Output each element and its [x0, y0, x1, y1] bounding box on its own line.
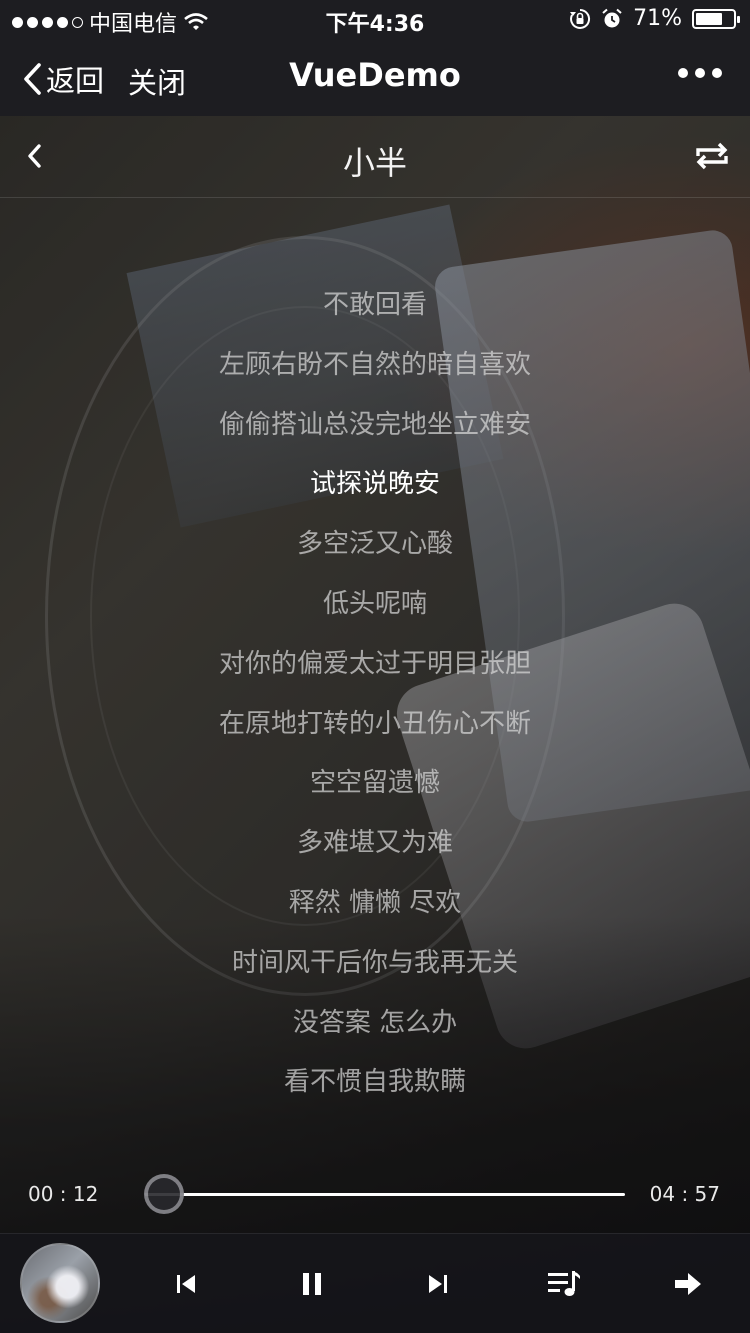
- pause-icon: [303, 1273, 321, 1295]
- total-time: 04 : 57: [649, 1182, 720, 1206]
- alarm-icon: [602, 8, 622, 27]
- next-arrow-button[interactable]: [668, 1264, 708, 1304]
- album-cover[interactable]: [20, 1243, 100, 1323]
- nav-close-button[interactable]: 关闭: [128, 60, 186, 102]
- next-arrow-icon: [675, 1273, 701, 1295]
- player-back-button[interactable]: [14, 136, 54, 176]
- nav-bar: 返回 关闭 VueDemo: [0, 40, 750, 116]
- status-bar-right: 71%: [569, 6, 740, 31]
- nav-back-button[interactable]: 返回: [22, 58, 104, 100]
- playlist-button[interactable]: [544, 1264, 584, 1304]
- pause-button[interactable]: [292, 1264, 332, 1304]
- lyric-line: 时间风干后你与我再无关: [231, 947, 518, 978]
- playlist-icon: [548, 1271, 580, 1296]
- repeat-icon: [696, 142, 728, 170]
- lyric-line: 多难堪又为难: [296, 828, 453, 859]
- lyric-line: 左顾右盼不自然的暗自喜欢: [218, 349, 531, 380]
- chevron-left-icon: [24, 63, 41, 95]
- status-bar: 中国电信 下午4:36 71%: [0, 0, 750, 40]
- player-header: 小半: [0, 116, 750, 198]
- skip-next-icon: [429, 1275, 447, 1293]
- lyric-line: 低头呢喃: [322, 588, 427, 619]
- more-icon[interactable]: [678, 68, 722, 78]
- lyric-line: 多空泛又心酸: [296, 529, 453, 560]
- lyric-line: 没答案 怎么办: [292, 1007, 458, 1038]
- battery-percent: 71%: [633, 6, 682, 31]
- lyric-line: 不敢回看: [322, 290, 427, 320]
- battery-icon: [692, 8, 740, 29]
- next-button[interactable]: [418, 1264, 458, 1304]
- nav-back-label: 返回: [46, 64, 105, 98]
- lyric-line: 释然 慵懒 尽欢: [288, 887, 462, 918]
- rotation-lock-icon: [570, 8, 591, 29]
- progress-track[interactable]: [145, 1193, 625, 1196]
- lyric-line: 看不惯自我欺瞒: [283, 1067, 466, 1098]
- lyric-line-active: 试探说晚安: [309, 469, 440, 500]
- lyric-line: 在原地打转的小丑伤心不断: [218, 708, 531, 739]
- lyrics-list[interactable]: 不敢回看左顾右盼不自然的暗自喜欢 偷偷搭讪总没完地坐立难安 试探说晚安多空泛又心酸低…: [0, 276, 750, 1113]
- skip-previous-icon: [177, 1275, 195, 1293]
- progress-bar: 00 : 12 04 : 57: [0, 1170, 750, 1220]
- song-title: 小半: [342, 144, 407, 182]
- lyric-line: 对你的偏爱太过于明目张胆: [218, 648, 531, 679]
- chevron-left-icon: [28, 144, 41, 168]
- battery-level: [696, 12, 722, 25]
- nav-title: VueDemo: [289, 56, 461, 94]
- progress-thumb[interactable]: [144, 1174, 185, 1214]
- current-time: 00 : 12: [28, 1182, 99, 1206]
- previous-button[interactable]: [166, 1264, 206, 1304]
- repeat-mode-button[interactable]: [692, 136, 732, 176]
- control-bar: [0, 1233, 750, 1333]
- lyric-line: 空空留遗憾: [309, 768, 440, 799]
- lyric-line: 偷偷搭讪总没完地坐立难安: [218, 409, 531, 440]
